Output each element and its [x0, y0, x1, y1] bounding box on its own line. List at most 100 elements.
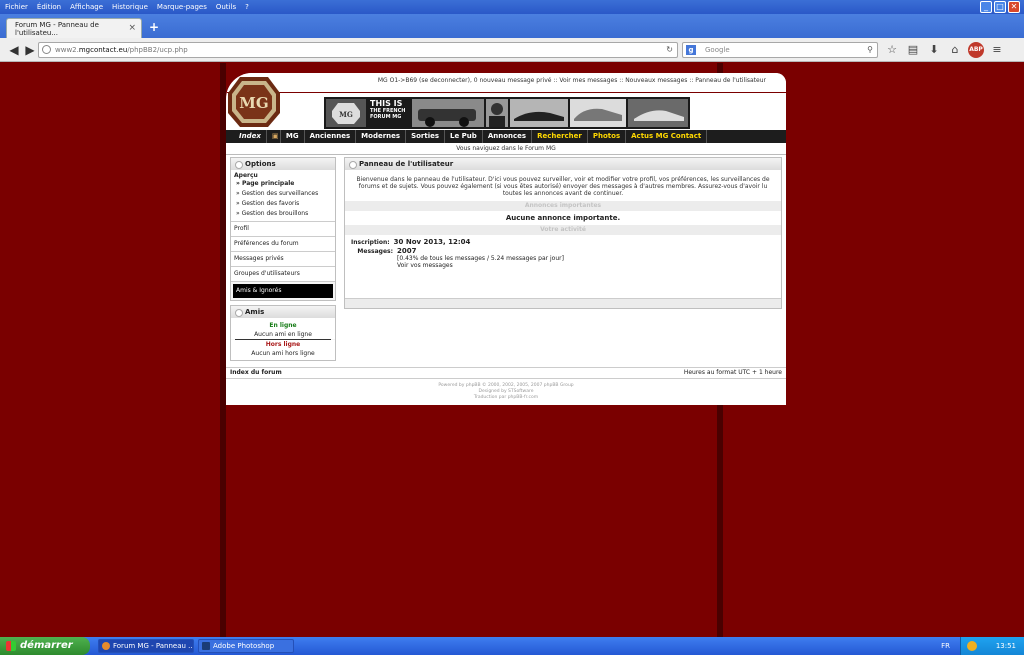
no-announcement-text: Aucune annonce importante.	[505, 214, 621, 222]
menu-fichier[interactable]: Fichier	[5, 3, 28, 11]
taskbar-item-photoshop[interactable]: Adobe Photoshop	[198, 639, 294, 653]
overview-title[interactable]: Aperçu	[234, 172, 332, 179]
adblock-icon[interactable]: ABP	[968, 42, 984, 58]
sidebar-item-page-principale[interactable]: » Page principale	[234, 179, 332, 189]
timezone-text: Heures au format UTC + 1 heure	[683, 369, 782, 376]
nav-anciennes[interactable]: Anciennes	[305, 130, 357, 143]
view-messages-link[interactable]: Voir vos messages	[397, 262, 564, 269]
toolbar-icons: ☆ ▤ ⬇ ⌂ ABP ≡	[884, 42, 1005, 58]
mg-badge-icon: MG	[326, 99, 366, 127]
tab-forum-mg[interactable]: Forum MG - Panneau de l'utilisateu... ×	[6, 18, 142, 38]
calendar-icon[interactable]: ▣	[267, 130, 281, 143]
svg-text:MG: MG	[239, 94, 268, 112]
forum-navigation: Index ▣ MG Anciennes Modernes Sorties Le…	[226, 130, 786, 143]
messages-details: 2007 [0.43% de tous les messages / 5.24 …	[397, 248, 564, 270]
taskbar-item-firefox[interactable]: Forum MG - Panneau ...	[98, 639, 194, 653]
close-window-button[interactable]: ✕	[1008, 1, 1020, 13]
url-input[interactable]: www2.mgcontact.eu/phpBB2/ucp.php ↻	[38, 42, 678, 58]
important-announcements-header: Annonces importantes	[345, 201, 781, 211]
menu-help[interactable]: ?	[245, 3, 249, 11]
nav-sorties[interactable]: Sorties	[406, 130, 446, 143]
sidebar-item-amis-ignores[interactable]: Amis & Ignorés	[233, 284, 333, 298]
activity-section: Inscription: 30 Nov 2013, 12:04 Messages…	[345, 235, 781, 275]
tab-strip: Forum MG - Panneau de l'utilisateu... × …	[0, 14, 1024, 38]
messages-label: Messages:	[357, 248, 393, 255]
clock: 13:51	[995, 642, 1016, 650]
bookmarks-list-icon[interactable]: ▤	[905, 42, 921, 58]
sidebar-item-profil[interactable]: Profil	[231, 222, 335, 237]
messages-row: Messages: 2007 [0.43% de tous les messag…	[351, 248, 775, 270]
menu-icon[interactable]: ≡	[989, 42, 1005, 58]
portrait-photo	[486, 99, 508, 127]
overview-section: Aperçu » Page principale » Gestion des s…	[231, 170, 335, 222]
nav-rechercher[interactable]: Rechercher	[532, 130, 588, 143]
race-car-photo	[510, 99, 568, 127]
back-arrow-icon[interactable]: ◀	[6, 42, 22, 58]
menu-affichage[interactable]: Affichage	[70, 3, 103, 11]
sidebar-item-messages-prives[interactable]: Messages privés	[231, 252, 335, 267]
window-controls: _ □ ✕	[980, 1, 1020, 13]
reload-icon[interactable]: ↻	[666, 43, 673, 57]
tab-close-icon[interactable]: ×	[128, 23, 136, 33]
firefox-icon	[102, 642, 110, 650]
globe-icon	[42, 45, 51, 54]
url-prefix: www2.	[55, 46, 79, 54]
forward-arrow-icon[interactable]: ▶	[22, 42, 38, 58]
credits: Powered by phpBB © 2000, 2002, 2005, 200…	[226, 383, 786, 401]
ucp-sidebar: Options Aperçu » Page principale » Gesti…	[230, 157, 336, 365]
nav-annonces[interactable]: Annonces	[483, 130, 533, 143]
modern-car-photo	[570, 99, 626, 127]
start-button[interactable]: démarrer	[0, 637, 90, 655]
home-icon[interactable]: ⌂	[947, 42, 963, 58]
header-banner: MG THIS IS THE FRENCH FORUM MG	[324, 97, 690, 129]
joined-label: Inscription:	[351, 239, 390, 246]
friends-online-label: En ligne	[231, 318, 335, 330]
minimize-button[interactable]: _	[980, 1, 992, 13]
tray-icon[interactable]	[967, 641, 977, 651]
nav-actus-mg-contact[interactable]: Actus MG Contact	[626, 130, 708, 143]
taskbar-item-photoshop-label: Adobe Photoshop	[213, 642, 275, 650]
bookmark-star-icon[interactable]: ☆	[884, 42, 900, 58]
nav-modernes[interactable]: Modernes	[356, 130, 407, 143]
user-bar[interactable]: MG O1->B69 (se deconnecter), 0 nouveau m…	[226, 73, 786, 93]
nav-index[interactable]: Index	[234, 130, 267, 143]
taskbar-item-firefox-label: Forum MG - Panneau ...	[113, 642, 194, 650]
photoshop-icon	[202, 642, 210, 650]
search-icon[interactable]: ⚲	[867, 43, 873, 57]
joined-row: Inscription: 30 Nov 2013, 12:04	[351, 239, 775, 247]
nav-mg[interactable]: MG	[281, 130, 305, 143]
google-icon[interactable]: g	[686, 45, 696, 55]
language-indicator[interactable]: FR	[941, 637, 950, 655]
nav-le-pub[interactable]: Le Pub	[445, 130, 483, 143]
banner-title: THIS IS	[370, 99, 403, 108]
banner-text: THIS IS THE FRENCH FORUM MG	[370, 99, 405, 120]
mg-logo[interactable]: MG	[226, 75, 282, 129]
menu-marque-pages[interactable]: Marque-pages	[157, 3, 207, 11]
sidebar-item-favoris[interactable]: » Gestion des favoris	[234, 199, 332, 209]
maximize-button[interactable]: □	[994, 1, 1006, 13]
activity-header: Votre activité	[345, 225, 781, 235]
sidebar-item-preferences[interactable]: Préférences du forum	[231, 237, 335, 252]
svg-text:MG: MG	[339, 110, 353, 119]
panel-intro: Bienvenue dans le panneau de l'utilisate…	[356, 176, 770, 197]
sidebar-item-groupes[interactable]: Groupes d'utilisateurs	[231, 267, 335, 282]
page-viewport: MG O1->B69 (se deconnecter), 0 nouveau m…	[0, 63, 1024, 637]
friends-title: Amis	[231, 306, 335, 318]
new-tab-button[interactable]: +	[149, 20, 159, 34]
sidebar-item-surveillances[interactable]: » Gestion des surveillances	[234, 189, 332, 199]
sidebar-item-brouillons[interactable]: » Gestion des brouillons	[234, 209, 332, 219]
search-input[interactable]: g Google ⚲	[682, 42, 878, 58]
panel-footer	[345, 298, 781, 308]
forum-index-link[interactable]: Index du forum	[230, 368, 282, 378]
downloads-icon[interactable]: ⬇	[926, 42, 942, 58]
sports-car-photo	[628, 99, 688, 127]
banner-subtitle-2: FORUM MG	[370, 114, 402, 120]
forum-footer: Index du forum Heures au format UTC + 1 …	[226, 367, 786, 379]
options-box: Options Aperçu » Page principale » Gesti…	[230, 157, 336, 301]
nav-photos[interactable]: Photos	[588, 130, 627, 143]
menu-outils[interactable]: Outils	[216, 3, 236, 11]
menu-bar: Fichier Édition Affichage Historique Mar…	[0, 0, 1024, 14]
menu-historique[interactable]: Historique	[112, 3, 148, 11]
forum-page: MG O1->B69 (se deconnecter), 0 nouveau m…	[226, 73, 786, 405]
menu-edition[interactable]: Édition	[37, 3, 61, 11]
